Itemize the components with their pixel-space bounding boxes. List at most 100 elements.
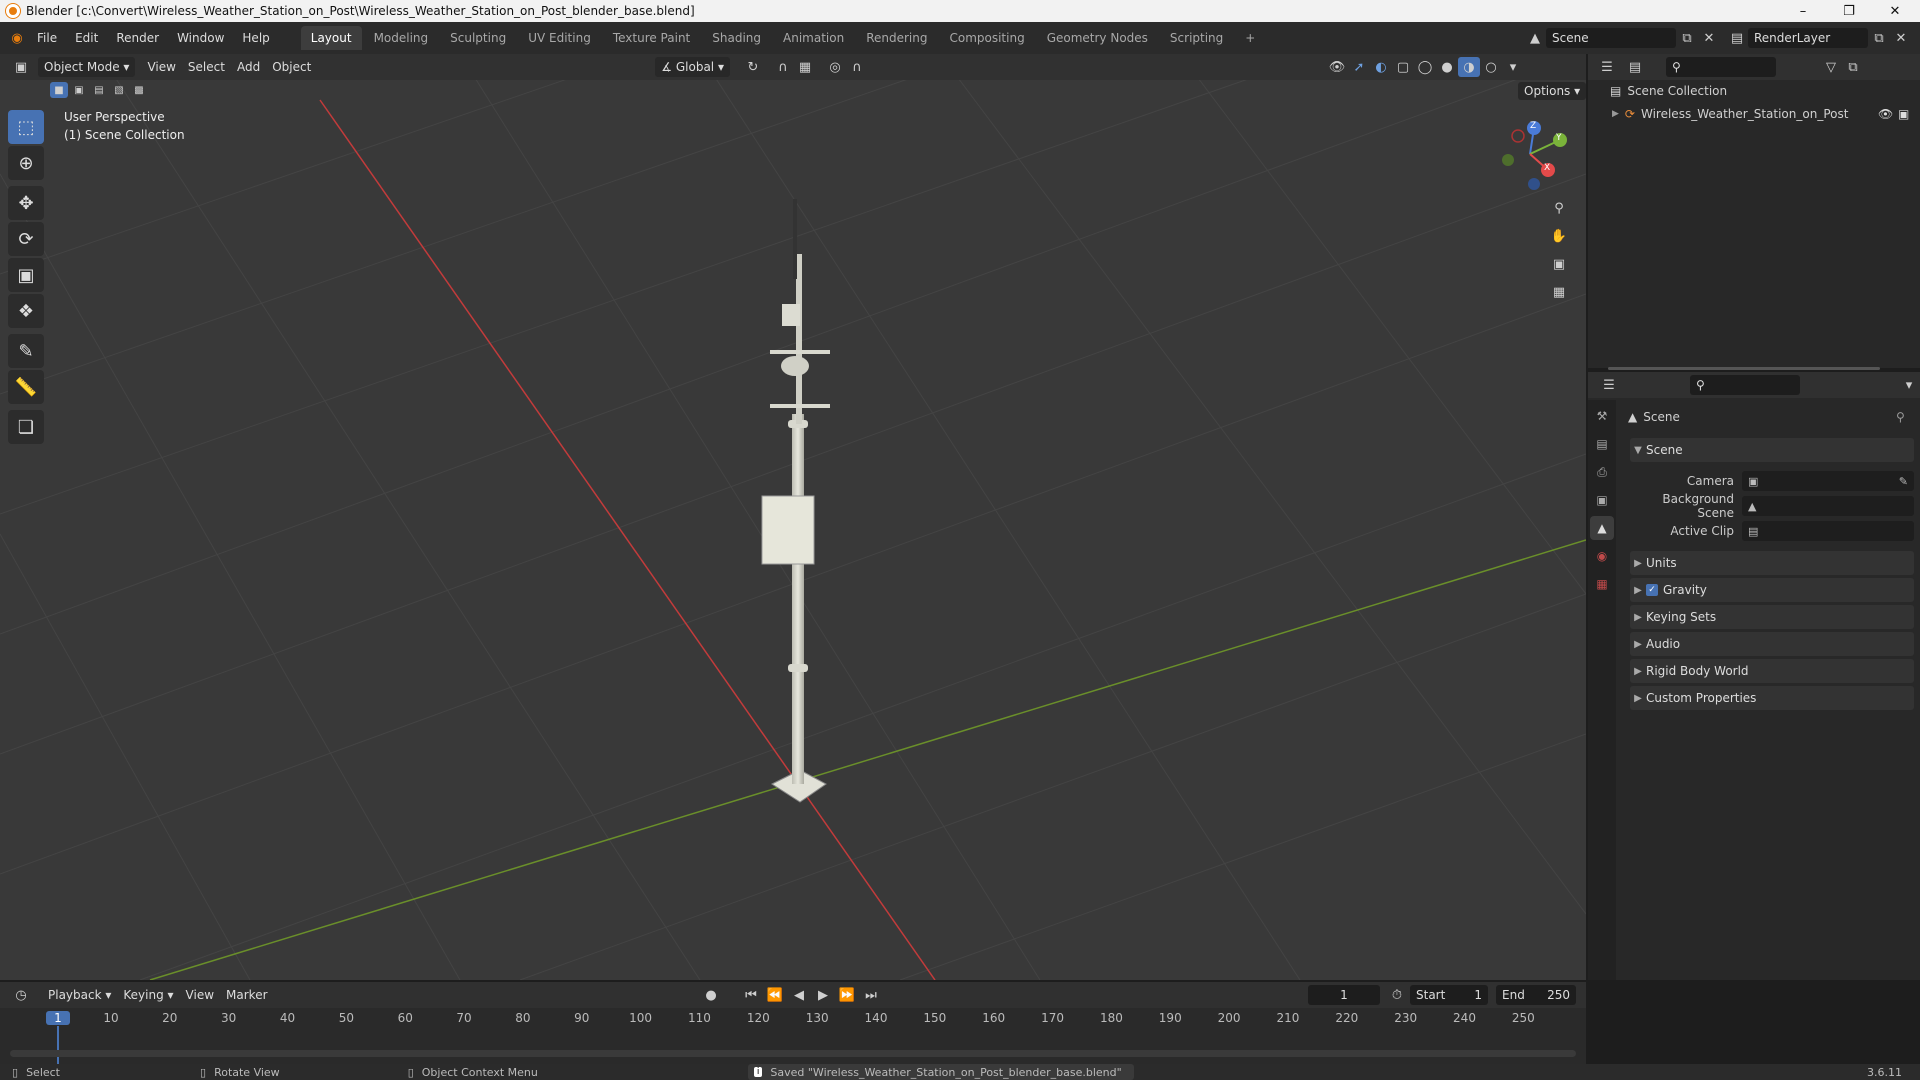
scene-selector[interactable]: Scene [1546,28,1676,48]
keying-sets-panel-header[interactable]: ▶ Keying Sets [1630,605,1914,629]
gizmo-toggle-icon[interactable]: ➚ [1348,57,1370,77]
display-mode-icon[interactable]: ▤ [1624,57,1646,77]
select-subtract-icon[interactable]: ▤ [90,82,108,98]
menu-select[interactable]: Select [182,57,231,77]
outliner-editor-type-icon[interactable]: ☰ [1596,57,1618,77]
gravity-panel-header[interactable]: ▶ ✓ Gravity [1630,578,1914,602]
pan-hand-icon[interactable]: ✋ [1548,222,1570,250]
menu-playback[interactable]: Playback ▾ [42,985,117,1005]
view-layer-icon[interactable]: ▤ [1726,28,1748,48]
end-frame-field[interactable]: End 250 [1496,985,1576,1005]
scale-tool-icon[interactable]: ▣ [8,258,44,292]
menu-window[interactable]: Window [168,22,233,54]
new-view-layer-icon[interactable]: ⧉ [1868,28,1890,48]
tab-geometry-nodes[interactable]: Geometry Nodes [1037,26,1158,50]
menu-keying[interactable]: Keying ▾ [117,985,179,1005]
shading-options-icon[interactable]: ▾ [1502,57,1524,77]
tab-layout[interactable]: Layout [300,26,362,50]
units-panel-header[interactable]: ▶ Units [1630,551,1914,575]
object-mode-dropdown[interactable]: Object Mode ▾ [38,57,136,77]
menu-timeline-view[interactable]: View [180,985,220,1005]
proportional-edit-icon[interactable]: ◎ [824,57,846,77]
menu-help[interactable]: Help [233,22,278,54]
view-layer-selector[interactable]: RenderLayer [1748,28,1868,48]
overlay-toggle-icon[interactable]: ◐ [1370,57,1392,77]
timeline-scrollbar[interactable] [10,1050,1576,1057]
outliner-search-input[interactable]: ⚲ [1666,57,1776,77]
scene-panel-header[interactable]: ▼ Scene [1630,438,1914,462]
tab-modeling[interactable]: Modeling [364,26,439,50]
tool-tab-icon[interactable]: ⚒ [1590,404,1614,428]
new-scene-icon[interactable]: ⧉ [1676,28,1698,48]
outliner-root-row[interactable]: ▤ Scene Collection [1610,84,1727,98]
add-workspace-button[interactable]: + [1235,26,1265,50]
tab-compositing[interactable]: Compositing [939,26,1034,50]
transform-tool-icon[interactable]: ❖ [8,294,44,328]
snap-target-icon[interactable]: ▦ [794,57,816,77]
zoom-icon[interactable]: ⚲ [1548,194,1570,222]
current-frame-field[interactable]: 1 [1308,985,1380,1005]
rotate-tool-icon[interactable]: ⟳ [8,222,44,256]
prev-keyframe-icon[interactable]: ⏪ [764,985,786,1005]
measure-tool-icon[interactable]: 📏 [8,370,44,404]
world-tab-icon[interactable]: ◉ [1590,544,1614,568]
menu-view[interactable]: View [141,57,181,77]
delete-view-layer-icon[interactable]: ✕ [1890,28,1912,48]
minimize-icon[interactable]: – [1780,0,1826,22]
snap-magnet-icon[interactable]: ∩ [772,57,794,77]
outliner-editor[interactable] [1588,54,1920,368]
3d-viewport[interactable]: User Perspective (1) Scene Collection Z … [0,54,1586,980]
blender-menu-icon[interactable]: ◉ [6,28,28,48]
viewport-options-dropdown[interactable]: Options ▾ [1518,82,1587,100]
render-camera-icon[interactable]: ▣ [1898,107,1909,121]
menu-edit[interactable]: Edit [66,22,107,54]
outliner-scrollbar[interactable] [1608,367,1880,370]
jump-start-icon[interactable]: ⏮ [740,985,762,1005]
select-extend-icon[interactable]: ▣ [70,82,88,98]
tab-animation[interactable]: Animation [773,26,854,50]
custom-properties-panel-header[interactable]: ▶ Custom Properties [1630,686,1914,710]
timeline-editor-type-icon[interactable]: ◷ [10,985,32,1005]
tab-shading[interactable]: Shading [702,26,771,50]
view-layer-tab-icon[interactable]: ▣ [1590,488,1614,512]
navigation-gizmo[interactable]: Z Y X [1490,114,1570,194]
shading-solid-icon[interactable]: ● [1436,57,1458,77]
cursor-tool-icon[interactable]: ⊕ [8,146,44,180]
shading-material-icon[interactable]: ◑ [1458,57,1480,77]
properties-search-input[interactable]: ⚲ [1690,375,1800,395]
delete-scene-icon[interactable]: ✕ [1698,28,1720,48]
tab-scripting[interactable]: Scripting [1160,26,1233,50]
menu-file[interactable]: File [28,22,66,54]
shading-wireframe-icon[interactable]: ◯ [1414,57,1436,77]
camera-field[interactable]: ▣ ✎ [1742,471,1914,491]
tab-texture-paint[interactable]: Texture Paint [603,26,700,50]
camera-view-icon[interactable]: ▣ [1548,250,1570,278]
rigid-body-world-panel-header[interactable]: ▶ Rigid Body World [1630,659,1914,683]
add-cube-tool-icon[interactable]: ❏ [8,410,44,444]
audio-panel-header[interactable]: ▶ Audio [1630,632,1914,656]
play-icon[interactable]: ▶ [812,985,834,1005]
outliner-item-row[interactable]: ▶ ⟳ Wireless_Weather_Station_on_Post 👁 ▣ [1612,104,1916,124]
ortho-grid-icon[interactable]: ▦ [1548,278,1570,306]
eyedropper-icon[interactable]: ✎ [1899,475,1908,488]
new-collection-icon[interactable]: ⧉ [1842,57,1864,77]
scene-icon[interactable]: ▲ [1524,28,1546,48]
render-tab-icon[interactable]: ▤ [1590,432,1614,456]
select-intersect-icon[interactable]: ▩ [130,82,148,98]
stopwatch-icon[interactable]: ⏱ [1386,985,1408,1005]
expand-arrow-icon[interactable]: ▶ [1612,109,1619,119]
jump-end-icon[interactable]: ⏭ [860,985,882,1005]
xray-toggle-icon[interactable]: ▢ [1392,57,1414,77]
record-icon[interactable]: ● [700,985,722,1005]
start-frame-field[interactable]: Start 1 [1410,985,1488,1005]
eye-visibility-icon[interactable]: 👁 [1878,107,1893,121]
properties-editor-type-icon[interactable]: ☰ [1598,375,1620,395]
scene-tab-icon[interactable]: ▲ [1590,516,1614,540]
frame-ruler[interactable]: 1 10 20 30 40 50 60 70 80 90 100 110 120 130 140 150 160… [0,1008,1586,1028]
timeline-area[interactable]: 1 10 20 30 40 50 60 70 80 90 100 110 120 130 140 150 160… [0,1008,1586,1064]
tab-sculpting[interactable]: Sculpting [440,26,516,50]
move-tool-icon[interactable]: ✥ [8,186,44,220]
restore-icon[interactable]: ❐ [1826,0,1872,22]
select-invert-icon[interactable]: ▧ [110,82,128,98]
background-scene-field[interactable]: ▲ [1742,496,1914,516]
